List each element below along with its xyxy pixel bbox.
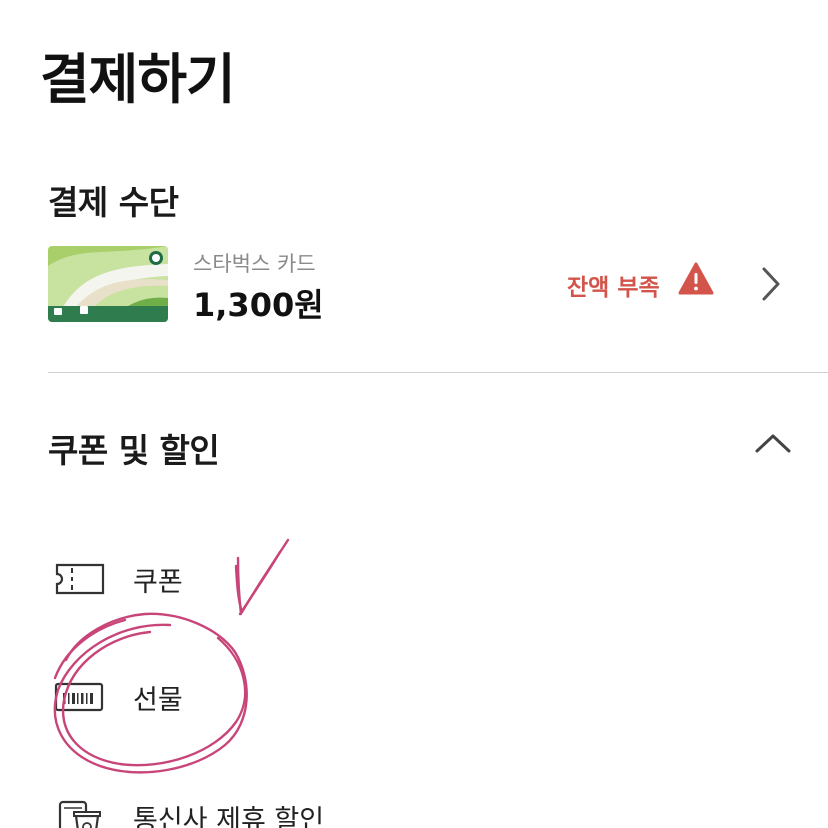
menu-item-label: 통신사 제휴 할인 [133,805,325,828]
menu-item-label: 쿠폰 [133,567,183,598]
menu-item-carrier-discount[interactable]: 통신사 제휴 할인 [54,792,554,828]
coupon-ticket-icon [54,562,106,596]
menu-item-label: 선물 [133,685,183,716]
card-name: 스타벅스 카드 [193,252,316,276]
warning-icon [678,262,714,296]
starbucks-card-row[interactable]: 스타벅스 카드 1,300원 잔액 부족 [48,240,808,330]
menu-item-gift[interactable]: 선물 [54,672,554,722]
phone-cup-icon [54,800,106,828]
chevron-up-icon[interactable] [754,432,792,454]
coupon-discount-title[interactable]: 쿠폰 및 할인 [48,424,220,472]
page-title: 결제하기 [40,48,236,111]
menu-item-coupon[interactable]: 쿠폰 [54,554,554,604]
section-divider [48,372,828,373]
payment-method-title: 결제 수단 [48,183,179,222]
chevron-right-icon[interactable] [760,266,782,302]
payment-page: 결제하기 결제 수단 스타벅스 카드 1,300원 잔액 부족 쿠폰 및 할인 … [0,0,828,828]
card-balance: 1,300원 [193,286,324,324]
gift-card-icon [54,680,106,714]
starbucks-card-image [48,246,168,322]
insufficient-balance-label: 잔액 부족 [567,275,660,301]
